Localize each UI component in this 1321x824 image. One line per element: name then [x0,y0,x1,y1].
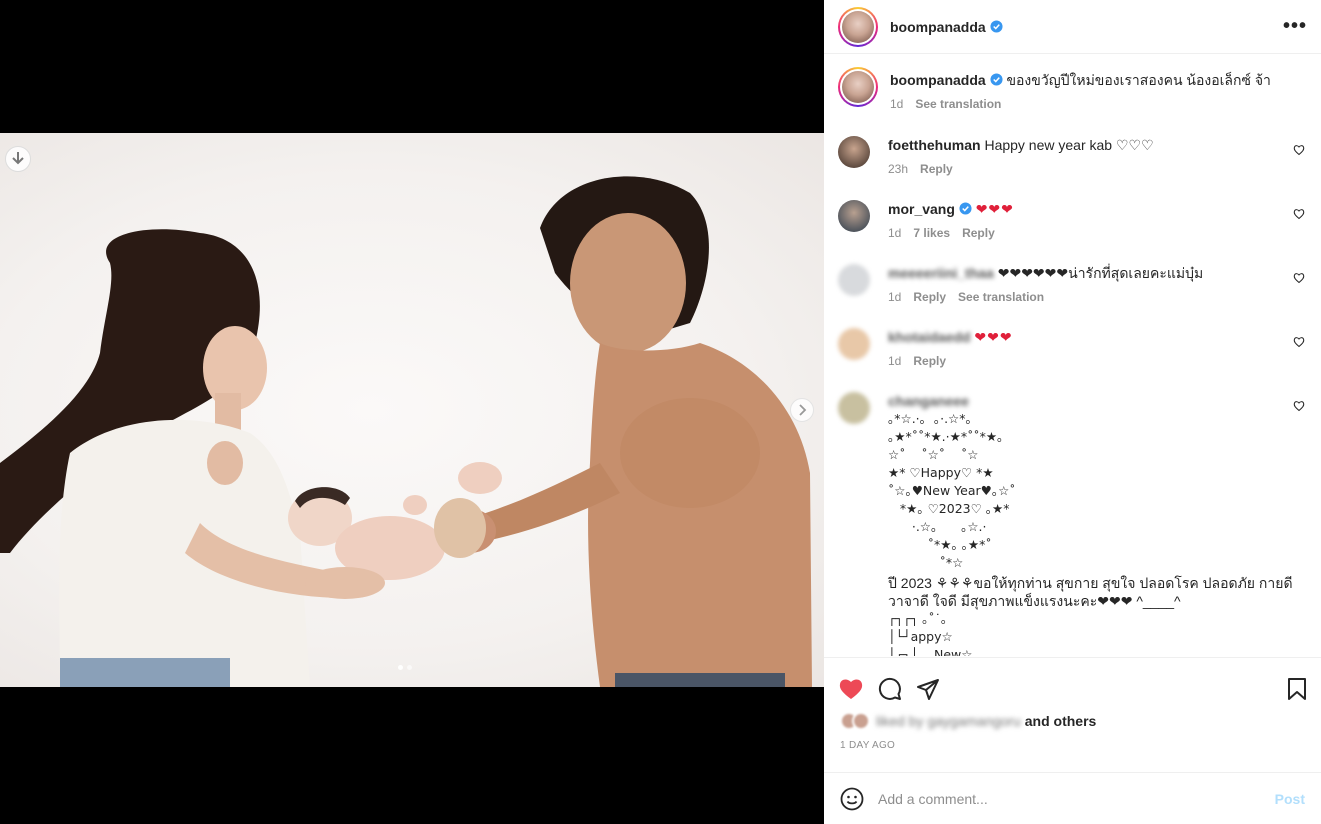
like-comment-heart-icon[interactable] [1293,272,1305,284]
media-pane [0,0,824,824]
liked-by-user[interactable]: liked by gaygamangoru [876,713,1021,729]
like-heart-icon[interactable] [838,677,864,701]
post-header: boompanadda ••• [824,0,1321,54]
like-comment-heart-icon[interactable] [1293,400,1305,412]
bookmark-icon[interactable] [1287,677,1307,701]
comment-text: ❤❤❤❤❤❤น่ารักที่สุดเลยคะแม่บุ๋ม [997,265,1204,281]
carousel-dot [407,665,412,670]
author-username[interactable]: boompanadda [890,19,986,35]
verified-badge-icon [990,73,1003,86]
arrow-down-icon [12,152,24,165]
like-comment-heart-icon[interactable] [1293,336,1305,348]
like-comment-heart-icon[interactable] [1293,144,1305,156]
verified-badge-icon [990,20,1003,33]
share-icon[interactable] [916,677,940,701]
caption: boompanadda ของขวัญปีใหม่ของเราสองคน น้อ… [824,67,1321,113]
carousel-dot [398,665,403,670]
comment-text: ❤❤❤ [974,329,1013,345]
comment-username[interactable]: mor_vang [888,201,955,217]
commenter-avatar[interactable] [838,136,870,168]
next-slide-button[interactable] [790,398,814,422]
caption-username[interactable]: boompanadda [890,72,986,88]
comment-icon[interactable] [878,677,902,701]
chevron-right-icon [799,404,807,416]
action-bar: liked by gaygamangoru and others 1 DAY A… [824,657,1321,824]
comment-time: 1d [888,290,902,304]
download-button[interactable] [5,146,31,172]
comment-form: Post [824,772,1321,824]
comment-time: 23h [888,162,909,176]
post-date: 1 DAY AGO [840,740,896,751]
commenter-avatar[interactable] [838,200,870,232]
reply-button[interactable]: Reply [913,352,946,370]
author-avatar[interactable] [838,6,878,47]
comment-likes[interactable]: 7 likes [913,224,950,242]
commenter-avatar[interactable] [838,392,870,424]
comments-list: boompanadda ของขวัญปีใหม่ของเราสองคน น้อ… [824,55,1321,656]
post-viewer: boompanadda ••• boompanadda ของขวัญปีใหม… [0,0,1321,824]
reply-button[interactable]: Reply [962,224,995,242]
emoji-icon[interactable] [840,787,864,811]
comment-ascii-art: ┌┐┌┐ ｡˚˙｡ │└┘appy☆ │┌┐│ New☆ [888,611,973,656]
comment-username[interactable]: foetthehuman [888,137,981,153]
see-translation-link[interactable]: See translation [958,288,1044,306]
comment-username[interactable]: khotaidaedd [888,329,970,345]
comment-text: ปี 2023 ⚘⚘⚘ขอให้ทุกท่าน สุขกาย สุขใจ ปลอ… [888,575,1293,609]
comment-item: changaneee ｡*☆.·｡ ｡·.☆*｡ ｡★*˚˚*★.·★*˚˚*★… [824,392,1321,656]
comment-ascii-art: ｡*☆.·｡ ｡·.☆*｡ ｡★*˚˚*★.·★*˚˚*★｡ ☆˚ ˚☆˚ ˚☆… [888,411,1016,570]
comment-item: mor_vang ❤❤❤ 1d 7 likes Reply [824,200,1321,242]
like-comment-heart-icon[interactable] [1293,208,1305,220]
post-button[interactable]: Post [1275,791,1305,807]
likes-summary[interactable]: liked by gaygamangoru and others [824,712,1321,730]
comment-input[interactable] [878,790,1275,807]
reply-button[interactable]: Reply [920,160,953,178]
comment-item: meeeeriini_thaa ❤❤❤❤❤❤น่ารักที่สุดเลยคะแ… [824,264,1321,306]
see-translation-link[interactable]: See translation [915,95,1001,113]
post-panel: boompanadda ••• boompanadda ของขวัญปีใหม… [824,0,1321,824]
comment-username[interactable]: meeeeriini_thaa [888,265,994,281]
commenter-avatar[interactable] [838,328,870,360]
comment-item: foetthehuman Happy new year kab ♡♡♡ 23h R… [824,136,1321,178]
comment-time: 1d [888,354,902,368]
carousel-dots [398,665,412,670]
comment-item: khotaidaedd ❤❤❤ 1d Reply [824,328,1321,370]
comment-text: ❤❤❤ [975,201,1014,217]
reply-button[interactable]: Reply [913,288,946,306]
caption-time: 1d [890,97,904,111]
comment-username[interactable]: changaneee [888,393,969,409]
comment-text: Happy new year kab ♡♡♡ [984,137,1154,153]
verified-badge-icon [959,202,972,215]
and-others-link[interactable]: and others [1025,713,1097,729]
caption-text: ของขวัญปีใหม่ของเราสองคน น้องอเล็กซ์ จ้า [1006,72,1271,88]
author-avatar[interactable] [838,67,878,107]
comment-time: 1d [888,226,902,240]
post-photo [0,133,824,687]
more-options-icon[interactable]: ••• [1283,15,1307,38]
commenter-avatar[interactable] [838,264,870,296]
